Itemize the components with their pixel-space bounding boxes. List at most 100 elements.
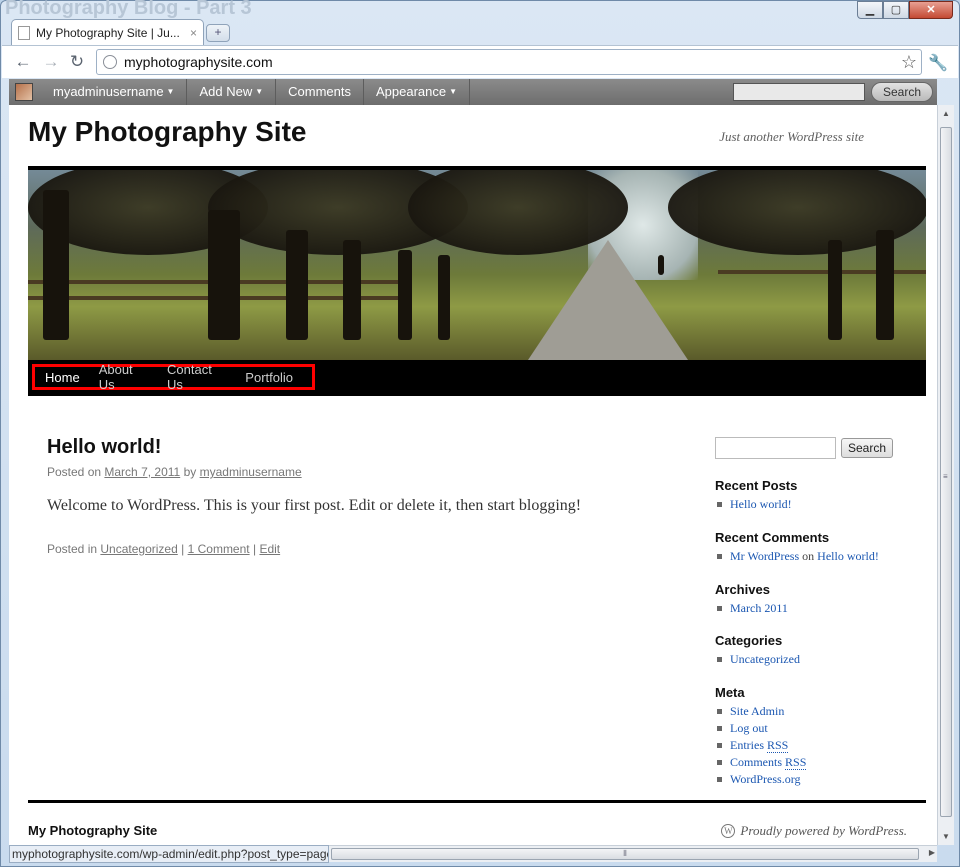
vertical-scrollbar[interactable]: ▲ ≡ ▼: [937, 105, 954, 845]
maximize-button[interactable]: ▢: [883, 1, 909, 19]
post-edit-link[interactable]: Edit: [259, 542, 280, 556]
forward-arrow-icon[interactable]: →: [40, 51, 62, 73]
meta-entries-rss-link[interactable]: Entries RSS: [715, 737, 806, 754]
scroll-down-icon[interactable]: ▼: [938, 828, 954, 845]
separator: |: [252, 542, 257, 556]
widget-title: Recent Comments: [715, 530, 830, 545]
nav-item-about-us[interactable]: About Us: [99, 362, 148, 392]
sidebar-search-input[interactable]: [715, 437, 836, 459]
horizontal-scrollbar[interactable]: ⦀ ▶: [329, 845, 937, 862]
admin-search-button[interactable]: Search: [871, 82, 933, 102]
meta-log-out-link[interactable]: Log out: [715, 720, 806, 737]
new-tab-button[interactable]: +: [206, 24, 230, 42]
nav-item-contact-us[interactable]: Contact Us: [167, 362, 226, 392]
post-meta: Posted on March 7, 2011 by myadminuserna…: [47, 465, 302, 479]
post-footer-prefix: Posted in: [47, 542, 98, 556]
window-controls: ▁ ▢ ✕: [857, 1, 953, 19]
background-window-title: Photography Blog - Part 3: [5, 0, 252, 19]
post-date-link[interactable]: March 7, 2011: [104, 465, 180, 479]
separator: |: [181, 542, 185, 556]
widget-title: Meta: [715, 685, 745, 700]
post-meta-by: by: [183, 465, 197, 479]
nav-item-portfolio[interactable]: Portfolio: [245, 370, 293, 385]
footer-divider: [28, 800, 926, 803]
site-title[interactable]: My Photography Site: [28, 116, 306, 148]
tree-trunk: [876, 230, 894, 340]
caret-down-icon: ▼: [255, 87, 264, 96]
header-road: [528, 240, 688, 360]
caret-down-icon: ▼: [166, 87, 175, 96]
admin-menu-appearance[interactable]: Appearance ▼: [364, 79, 471, 105]
address-bar[interactable]: myphotographysite.com ☆: [96, 49, 922, 75]
globe-icon: [103, 55, 117, 69]
browser-toolbar: ← → ↻ myphotographysite.com ☆ 🔧: [2, 45, 958, 78]
browser-tab-active[interactable]: My Photography Site | Ju... ×: [11, 19, 204, 45]
tree-trunk: [438, 255, 450, 340]
minimize-button[interactable]: ▁: [857, 1, 883, 19]
comment-post-link[interactable]: Hello world!: [817, 549, 879, 563]
page-icon: [18, 25, 30, 40]
walking-person: [658, 255, 664, 275]
post-meta-prefix: Posted on: [47, 465, 102, 479]
page-viewport: myadminusername ▼ Add New ▼ Comments Appea…: [9, 79, 937, 845]
wordpress-logo-icon: W: [721, 824, 736, 838]
browser-window: Photography Blog - Part 3 ▁ ▢ ✕ My Photo…: [0, 0, 960, 867]
tree-trunk: [343, 240, 361, 340]
nav-item-home[interactable]: Home: [45, 370, 80, 385]
close-window-button[interactable]: ✕: [909, 1, 953, 19]
list-item[interactable]: Hello world!: [715, 496, 797, 513]
caret-down-icon: ▼: [449, 87, 458, 96]
footer-credit[interactable]: W Proudly powered by WordPress.: [721, 823, 907, 839]
tree-trunk: [286, 230, 308, 340]
post-footer: Posted in Uncategorized | 1 Comment | Ed…: [47, 542, 280, 556]
hscroll-thumb[interactable]: ⦀: [331, 848, 919, 860]
tree-trunk: [398, 250, 412, 340]
back-arrow-icon[interactable]: ←: [12, 51, 34, 73]
fence-rail: [718, 270, 926, 274]
widget-meta: Meta Site Admin Log out Entries RSS Comm…: [715, 685, 807, 788]
nav-menu-highlight: Home About Us Contact Us Portfolio: [32, 362, 315, 392]
wp-admin-bar: myadminusername ▼ Add New ▼ Comments Appea…: [9, 79, 937, 105]
status-bar: myphotographysite.com/wp-admin/edit.php?…: [9, 845, 329, 863]
bookmark-star-icon[interactable]: ☆: [901, 52, 917, 73]
post-author-link[interactable]: myadminusername: [200, 465, 302, 479]
list-item[interactable]: Uncategorized: [715, 651, 800, 668]
admin-menu-add-new[interactable]: Add New ▼: [187, 79, 277, 105]
list-item: Mr WordPress on Hello world!: [715, 548, 879, 565]
tree-trunk: [208, 210, 240, 340]
tree-trunk: [43, 190, 69, 340]
scroll-thumb[interactable]: ≡: [940, 127, 952, 817]
footer-credit-text: Proudly powered by WordPress.: [740, 823, 907, 838]
post-content: Welcome to WordPress. This is your first…: [47, 497, 582, 514]
meta-comments-rss-link[interactable]: Comments RSS: [715, 754, 807, 771]
tab-title: My Photography Site | Ju...: [36, 25, 180, 40]
widget-categories: Categories Uncategorized: [715, 633, 800, 668]
widget-title: Archives: [715, 582, 770, 597]
post-category-link[interactable]: Uncategorized: [100, 542, 177, 556]
admin-menu-user[interactable]: myadminusername ▼: [41, 79, 188, 105]
wrench-icon[interactable]: 🔧: [928, 53, 948, 73]
list-item[interactable]: March 2011: [715, 600, 788, 617]
meta-site-admin-link[interactable]: Site Admin: [715, 703, 806, 720]
admin-search-input[interactable]: [733, 83, 865, 101]
avatar[interactable]: [15, 83, 33, 101]
tree-trunk: [828, 240, 842, 340]
widget-title: Recent Posts: [715, 478, 798, 493]
admin-menu-comments[interactable]: Comments: [276, 79, 364, 105]
footer-site-title[interactable]: My Photography Site: [28, 823, 157, 838]
main-navigation: Home About Us Contact Us Portfolio: [28, 360, 926, 396]
comment-author-link[interactable]: Mr WordPress: [730, 549, 799, 563]
site-description: Just another WordPress site: [719, 129, 864, 144]
scroll-up-icon[interactable]: ▲: [938, 105, 954, 122]
sidebar-search-button[interactable]: Search: [841, 438, 893, 458]
widget-title: Categories: [715, 633, 783, 648]
tab-close-icon[interactable]: ×: [190, 26, 197, 40]
comment-on: on: [802, 549, 815, 563]
widget-recent-posts: Recent Posts Hello world!: [715, 478, 797, 513]
post-title[interactable]: Hello world!: [47, 436, 161, 459]
scroll-right-icon[interactable]: ▶: [929, 848, 935, 857]
meta-wordpress-org-link[interactable]: WordPress.org: [715, 771, 806, 788]
post-comments-link[interactable]: 1 Comment: [188, 542, 250, 556]
reload-icon[interactable]: ↻: [66, 51, 88, 73]
widget-recent-comments: Recent Comments Mr WordPress on Hello wo…: [715, 530, 879, 565]
